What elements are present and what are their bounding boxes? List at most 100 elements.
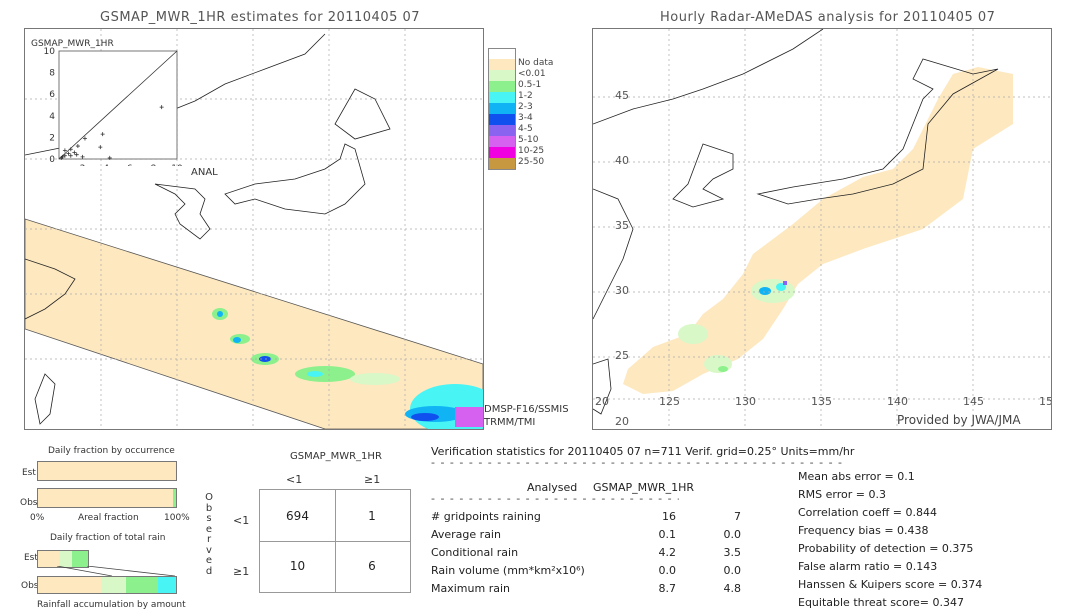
left-map-title: GSMAP_MWR_1HR estimates for 20110405 07 (100, 10, 421, 25)
score-line: Frequency bias = 0.438 (798, 524, 929, 537)
contingency-cell-10: 10 (259, 540, 336, 593)
score-line: False alarm ratio = 0.143 (798, 560, 938, 573)
longitude-label: 130 (735, 395, 756, 408)
legend-label: 3-4 (518, 113, 533, 123)
stat-model-value: 0.0 (723, 528, 742, 541)
inset-ytick: 6 (49, 90, 55, 100)
legend-swatch (488, 70, 516, 81)
right-map: 45 40 35 30 25 125 130 135 140 145 15 20 20 Provide… (592, 28, 1052, 430)
longitude-label: 125 (659, 395, 680, 408)
stat-label: Average rain (431, 528, 501, 541)
legend-label: 4-5 (518, 124, 533, 134)
score-line: Hanssen & Kuipers score = 0.374 (798, 578, 983, 591)
legend-label: 25-50 (518, 157, 545, 167)
legend-swatch (488, 125, 516, 136)
total-rain-footer: Rainfall accumulation by amount (37, 600, 186, 610)
stat-model-value: 4.8 (723, 582, 742, 595)
satellite-swath (25, 218, 483, 429)
legend-swatch (488, 136, 516, 147)
occurrence-obs-bar (37, 488, 177, 508)
inset-xtick: 8 (151, 164, 157, 166)
contingency-cell-00: 694 (259, 489, 336, 542)
legend-label: 10-25 (518, 146, 545, 156)
contingency-col-1: <1 (286, 473, 303, 486)
sensor-label-2: TRMM/TMI (484, 417, 536, 428)
stat-label: Conditional rain (431, 546, 519, 559)
stat-label: # gridpoints raining (431, 510, 541, 523)
inset-ytick: 8 (49, 69, 55, 79)
total-rain-obs-label: Obs (21, 581, 39, 591)
fraction-segment (126, 577, 159, 593)
inset-xtick: 4 (103, 164, 109, 166)
score-line: RMS error = 0.3 (798, 488, 886, 501)
latitude-label: 45 (615, 89, 629, 102)
total-rain-obs-bar (37, 576, 177, 594)
occurrence-est-bar (37, 461, 177, 481)
latitude-label: 30 (615, 284, 629, 297)
legend-swatch (488, 147, 516, 158)
stat-analysed-value: 4.2 (658, 546, 677, 559)
score-line: Probability of detection = 0.375 (798, 542, 974, 555)
inset-xlabel: ANAL (191, 167, 218, 178)
legend-label: <0.01 (518, 69, 546, 79)
longitude-label: 15 (1039, 395, 1052, 408)
stat-analysed-value: 0.1 (658, 528, 677, 541)
fraction-segment (72, 551, 88, 567)
stat-analysed-value: 0.0 (658, 564, 677, 577)
fraction-segment (172, 489, 176, 507)
latitude-label: 25 (615, 349, 629, 362)
legend-label: 5-10 (518, 135, 539, 145)
occurrence-x-left: 0% (30, 513, 45, 523)
contingency-col-2: ≥1 (364, 473, 381, 486)
total-rain-title: Daily fraction of total rain (50, 533, 166, 543)
fraction-segment (38, 577, 102, 593)
stat-model-value: 3.5 (723, 546, 742, 559)
stat-analysed-value: 16 (662, 510, 676, 523)
stat-model-value: 7 (734, 510, 741, 523)
longitude-label: 140 (887, 395, 908, 408)
legend-label: 2-3 (518, 102, 533, 112)
inset-xtick: 6 (127, 164, 133, 166)
data-credit: Provided by JWA/JMA (897, 413, 1021, 427)
legend-swatch (488, 92, 516, 103)
corner-label: 20 (615, 415, 629, 428)
fraction-segment (38, 489, 173, 507)
divider: - - - - - - - - - - - - - - - - - - - - … (431, 492, 679, 505)
stat-label: Maximum rain (431, 582, 510, 595)
inset-ytick: 0 (49, 155, 55, 165)
legend-label: No data (518, 58, 554, 68)
latitude-label: 40 (615, 154, 629, 167)
stat-label: Rain volume (mm*km²x10⁶) (431, 564, 585, 577)
contingency-header: GSMAP_MWR_1HR (290, 451, 382, 462)
legend-label: 0.5-1 (518, 80, 542, 90)
divider: - - - - - - - - - - - - - - - - - - - - … (431, 456, 843, 469)
fraction-segment (158, 577, 176, 593)
contingency-row-1: <1 (233, 514, 250, 527)
longitude-label: 135 (811, 395, 832, 408)
contingency-row-2: ≥1 (233, 565, 250, 578)
stat-model-value: 0.0 (723, 564, 742, 577)
left-map: GSMAP_MWR_1HR 1086420246810 ANAL (24, 28, 484, 430)
occurrence-obs-label: Obs (20, 498, 38, 508)
inset-scatter: 10 8 6 4 2 0 2 4 6 8 10 (44, 47, 183, 166)
fraction-segment (101, 577, 127, 593)
inset-xtick: 10 (171, 164, 183, 166)
legend-swatch (488, 59, 516, 70)
occurrence-est-label: Est (22, 468, 36, 478)
fraction-segment (58, 551, 72, 567)
legend-swatch (488, 158, 516, 170)
inset-ytick: 2 (49, 133, 55, 143)
inset-xtick: 2 (80, 164, 86, 166)
right-map-canvas (593, 29, 1051, 429)
legend-swatch (488, 114, 516, 125)
legend-swatch (488, 103, 516, 114)
fraction-segment (174, 462, 176, 480)
corner-label: 20 (595, 395, 609, 408)
observed-side-label: Observed (205, 492, 213, 577)
score-line: Equitable threat score= 0.347 (798, 596, 964, 609)
contingency-cell-11: 6 (334, 540, 411, 593)
score-line: Correlation coeff = 0.844 (798, 506, 937, 519)
color-legend: No data <0.01 0.5-1 1-2 2-3 3-4 4-5 5-10 10-25 25… (488, 48, 558, 198)
sensor-label-1: DMSP-F16/SSMIS (484, 404, 569, 415)
inset-ytick: 10 (44, 47, 56, 57)
